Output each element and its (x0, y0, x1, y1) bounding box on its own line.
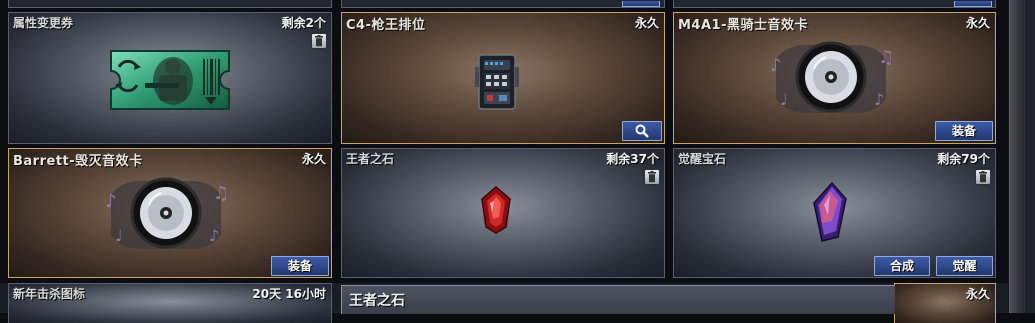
item-tooltip: 王者之石 (341, 285, 895, 314)
svg-text:♫: ♫ (213, 183, 229, 204)
item-name: 属性变更券 (13, 16, 74, 30)
combine-button[interactable]: 合成 (874, 256, 930, 276)
magnifier-icon (635, 124, 649, 141)
inventory-card[interactable]: 觉醒宝石 剩余79个 合成 觉醒 (673, 148, 996, 278)
item-status: 永久 (965, 16, 990, 30)
item-name: C4-枪王排位 (346, 18, 426, 33)
purple-crystal-icon (810, 181, 850, 247)
inventory-card[interactable]: 新年击杀图标 20天 16小时 (8, 283, 332, 323)
item-name: 觉醒宝石 (678, 152, 727, 166)
item-status: 剩余79个 (937, 152, 990, 166)
equip-button[interactable]: 装备 (271, 256, 329, 276)
item-status: 剩余2个 (281, 16, 326, 30)
inventory-card[interactable]: 属性变更券 剩余2个 (8, 12, 332, 144)
svg-text:♪: ♪ (209, 226, 219, 245)
awaken-button[interactable]: 觉醒 (936, 256, 993, 276)
svg-text:♪: ♪ (105, 191, 117, 212)
scrollbar-thumb[interactable] (1009, 0, 1026, 313)
trash-icon[interactable] (311, 33, 327, 49)
item-status: 永久 (634, 16, 659, 30)
item-name: 新年击杀图标 (13, 287, 86, 301)
item-name: M4A1-黑骑士音效卡 (678, 18, 808, 33)
inventory-card[interactable]: 王者之石 剩余37个 (341, 148, 665, 278)
prev-row-button[interactable] (622, 1, 660, 7)
inventory-grid: 属性变更券 剩余2个 C4-枪王排位 永久 M4A1-黑骑士音效卡 永久 ♪ ♫… (0, 0, 1008, 323)
scrollbar-edge (1027, 0, 1035, 313)
svg-text:♪: ♪ (874, 90, 884, 109)
inventory-card[interactable]: Barrett-毁灭音效卡 永久 ♪ ♫ ♩ ♪ 装备 (8, 148, 332, 278)
inventory-card[interactable]: C4-枪王排位 永久 (341, 12, 665, 144)
equip-button[interactable]: 装备 (935, 121, 993, 141)
svg-text:♩: ♩ (115, 226, 123, 245)
inventory-card[interactable]: M4A1-黑骑士音效卡 永久 ♪ ♫ ♩ ♪ 装备 (673, 12, 996, 144)
ticket-icon (105, 45, 235, 119)
red-gem-icon (480, 185, 512, 239)
tooltip-title: 王者之石 (349, 293, 405, 309)
inspect-button[interactable] (622, 121, 662, 141)
item-name: Barrett-毁灭音效卡 (13, 154, 143, 169)
c4-bomb-icon (475, 51, 519, 117)
svg-text:♩: ♩ (780, 90, 788, 109)
svg-text:♫: ♫ (878, 47, 894, 68)
sound-card-disc-icon: ♪ ♫ ♩ ♪ (101, 175, 231, 259)
inventory-card[interactable]: 永久 (894, 283, 996, 323)
prev-row-card (341, 0, 665, 8)
svg-text:♪: ♪ (770, 55, 782, 76)
item-status: 剩余37个 (606, 152, 659, 166)
item-status: 永久 (965, 287, 990, 301)
trash-icon[interactable] (975, 169, 991, 185)
sound-card-disc-icon: ♪ ♫ ♩ ♪ (766, 39, 896, 123)
prev-row-card (673, 0, 996, 8)
prev-row-button[interactable] (954, 1, 992, 7)
prev-row-card (8, 0, 332, 8)
item-status: 永久 (301, 152, 326, 166)
trash-icon[interactable] (644, 169, 660, 185)
item-status: 20天 16小时 (252, 287, 326, 301)
item-name: 王者之石 (346, 152, 395, 166)
